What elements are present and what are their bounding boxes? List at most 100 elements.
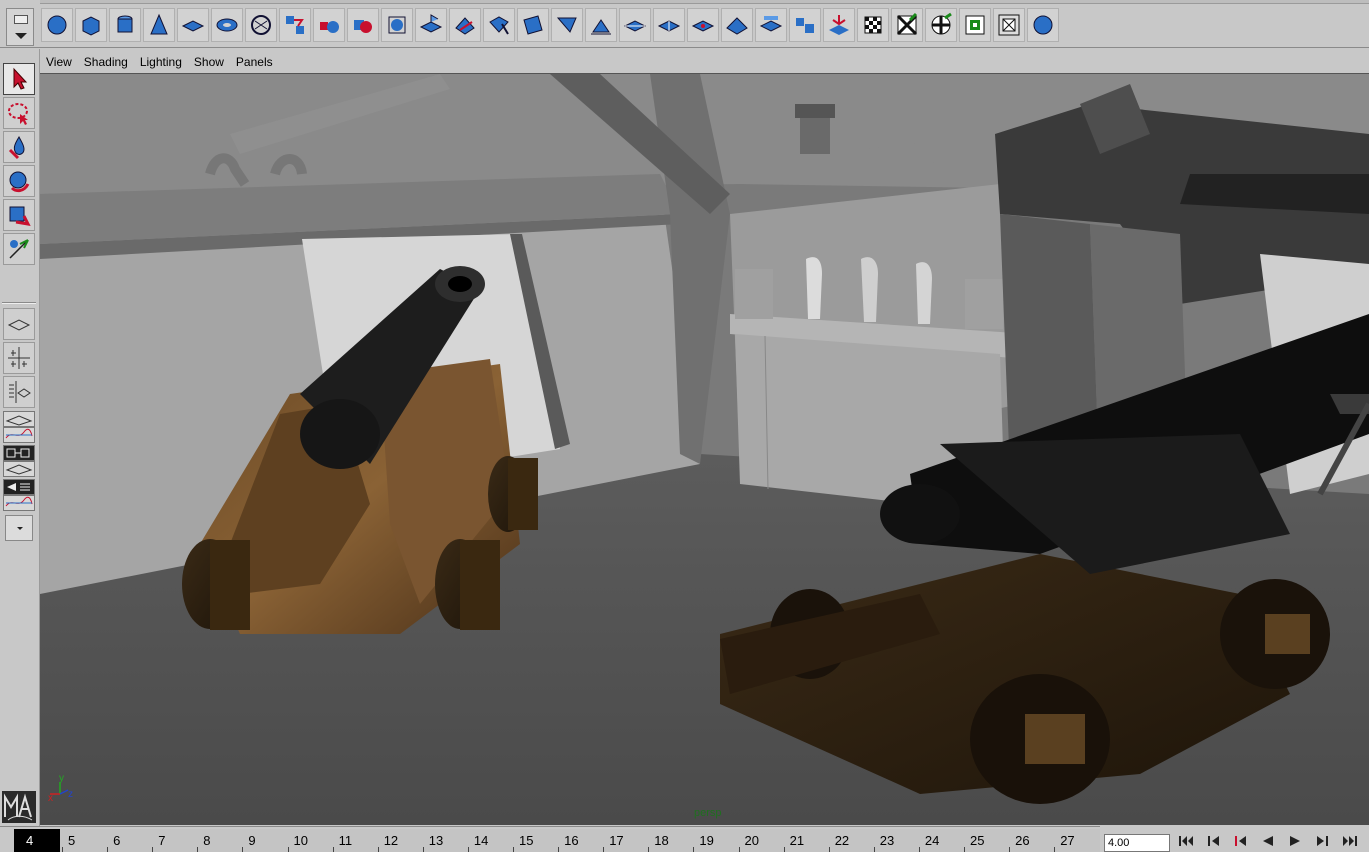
poly-cube-icon	[82, 16, 100, 36]
panel-menubar: View Shading Lighting Show Panels	[40, 51, 1369, 73]
step-back-frame-button[interactable]	[1228, 830, 1254, 852]
shelf-button-poly-pipe[interactable]	[245, 8, 277, 42]
lighting-menu[interactable]: Lighting	[139, 55, 183, 69]
go-to-end-button[interactable]	[1336, 830, 1362, 852]
time-ruler[interactable]: 4 5 6 7 8 9 10 11 12 13 14 15 16 17 18 19 20 21 22 23 24 25 2…	[14, 829, 1100, 852]
playback-controls	[1174, 830, 1362, 852]
axis-z-label: z	[68, 789, 73, 800]
curve-layout-button[interactable]	[3, 427, 35, 443]
shelf-button-duplicate-face[interactable]	[789, 8, 821, 42]
shelf-button-poly-cube[interactable]	[75, 8, 107, 42]
single-perspective-layout-button[interactable]	[3, 308, 35, 340]
frame-tick-mark	[558, 847, 560, 852]
perspective-viewport[interactable]: x y z persp	[40, 73, 1369, 825]
hypershade-layout-button[interactable]	[3, 445, 35, 461]
shelf-button-collapse[interactable]	[755, 8, 787, 42]
sculpt-icon	[726, 17, 748, 35]
shelf-button-boolean[interactable]	[347, 8, 379, 42]
frame-tick-label: 9	[248, 833, 256, 848]
paint-select-tool-icon	[8, 135, 25, 160]
poly-cone-icon	[150, 13, 168, 35]
shelf-button-uv-auto[interactable]	[993, 8, 1025, 42]
shelf-button-cut-faces[interactable]	[653, 8, 685, 42]
shelf-menu-button[interactable]	[6, 8, 34, 46]
shelf-button-poly-plane[interactable]	[177, 8, 209, 42]
frame-tick-mark	[467, 847, 469, 852]
shelf-button-poke-face[interactable]	[619, 8, 651, 42]
persp-layout-button[interactable]	[3, 461, 35, 477]
shelf-button-poly-torus[interactable]	[211, 8, 243, 42]
shelf-button-separate[interactable]	[313, 8, 345, 42]
scale-tool-icon	[9, 239, 29, 259]
select-tool-button[interactable]	[3, 63, 35, 95]
shelf-button-combine[interactable]	[279, 8, 311, 42]
shelf-button-uv-cylindrical[interactable]	[925, 8, 957, 42]
scene-render	[40, 74, 1369, 825]
shelf-button-poly-cone[interactable]	[143, 8, 175, 42]
wedge-face-icon	[591, 19, 611, 35]
maya-logo-icon	[3, 793, 33, 821]
maya-logo	[2, 791, 36, 823]
show-menu[interactable]: Show	[193, 55, 225, 69]
shelf-button-uv-texture-editor[interactable]	[1027, 8, 1059, 42]
frame-tick-label: 15	[519, 833, 534, 848]
shelf-button-project-uv[interactable]	[857, 8, 889, 42]
current-time-field[interactable]: 4.00	[1104, 834, 1170, 852]
single-view-layout-icon	[7, 319, 31, 331]
four-view-layout-button[interactable]	[3, 342, 35, 374]
shelf-button-smooth[interactable]	[381, 8, 413, 42]
layout-menu-button[interactable]	[5, 515, 33, 541]
frame-tick-label: 13	[428, 833, 444, 848]
step-forward-frame-button[interactable]	[1309, 830, 1335, 852]
shelf-button-append-polygon[interactable]	[517, 8, 549, 42]
view-menu[interactable]: View	[45, 55, 73, 69]
rotate-tool-button[interactable]	[3, 199, 35, 231]
dope-sheet-layout-button[interactable]	[3, 495, 35, 511]
shelf-tabs-strip[interactable]	[40, 0, 1369, 4]
step-forward-frame-icon	[1317, 836, 1328, 846]
frame-tick-mark	[964, 847, 965, 852]
panels-menu[interactable]: Panels	[235, 55, 274, 69]
extract-icon	[829, 15, 849, 35]
shelf-button-split-polygon[interactable]	[449, 8, 481, 42]
shelf-button-bevel[interactable]	[483, 8, 515, 42]
shading-menu[interactable]: Shading	[83, 55, 129, 69]
frame-tick-mark	[873, 847, 875, 852]
shelf-button-poly-cylinder[interactable]	[109, 8, 141, 42]
poly-cylinder-icon	[117, 15, 133, 33]
split-polygon-icon	[455, 17, 475, 35]
step-back-key-button[interactable]	[1201, 830, 1227, 852]
shelf-button-wedge-face[interactable]	[585, 8, 617, 42]
paint-select-tool-button[interactable]	[3, 131, 35, 163]
move-tool-button[interactable]	[3, 165, 35, 197]
play-forwards-icon	[1290, 836, 1300, 846]
frame-tick-label: 8	[203, 833, 211, 848]
shelf-button-sculpt[interactable]	[721, 8, 753, 42]
frame-tick-label: 10	[293, 833, 308, 848]
shelf-button-extrude-face[interactable]	[415, 8, 447, 42]
time-slider[interactable]: 4 5 6 7 8 9 10 11 12 13 14 15 16 17 18 19 20 21 22 23 24 25 2…	[0, 826, 1100, 852]
shelf-button-split-edge[interactable]	[687, 8, 719, 42]
play-forwards-button[interactable]	[1282, 830, 1308, 852]
uv-spherical-icon	[965, 15, 985, 35]
frame-tick-mark	[738, 847, 740, 852]
graph-editor-layout-button[interactable]	[3, 411, 35, 427]
shelf-button-uv-spherical[interactable]	[959, 8, 991, 42]
shelf-button-extract[interactable]	[823, 8, 855, 42]
poly-torus-icon	[216, 18, 238, 32]
cut-faces-icon	[657, 20, 681, 32]
shelf-button-uv-planar[interactable]	[891, 8, 923, 42]
play-backwards-button[interactable]	[1255, 830, 1281, 852]
poly-plane-icon	[181, 20, 205, 32]
current-frame-marker[interactable]: 4	[14, 829, 60, 852]
lasso-tool-button[interactable]	[3, 97, 35, 129]
hypershade-layout-icon	[6, 448, 30, 458]
go-to-start-button[interactable]	[1174, 830, 1200, 852]
shelf-button-merge[interactable]	[551, 8, 583, 42]
shelf-button-poly-sphere[interactable]	[41, 8, 73, 42]
frame-tick-label: 17	[609, 833, 624, 848]
frame-tick-mark	[693, 847, 695, 852]
render-layout-button[interactable]	[3, 479, 35, 495]
scale-tool-button[interactable]	[3, 233, 35, 265]
outliner-persp-layout-button[interactable]	[3, 376, 35, 408]
